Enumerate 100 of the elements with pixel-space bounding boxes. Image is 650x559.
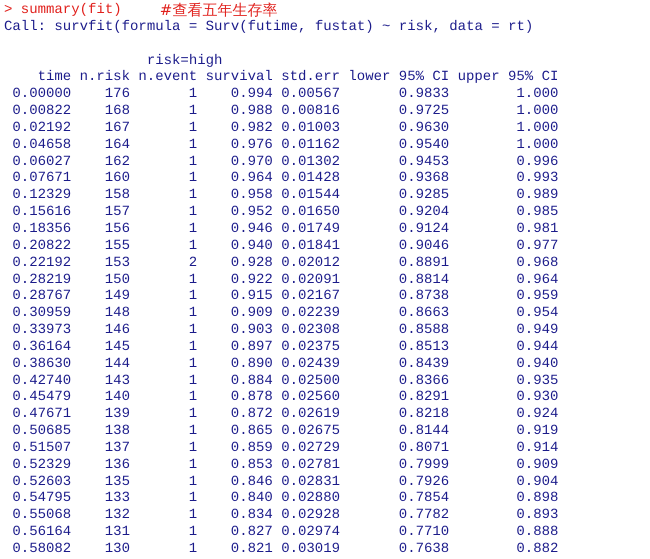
table-cell-text: 0.51507 xyxy=(11,440,72,457)
table-cell-text: 1 xyxy=(188,372,198,390)
table-cell-text: 168 xyxy=(104,103,130,120)
table-cell-text: 148 xyxy=(104,305,130,322)
table-cell-text: 0.981 xyxy=(515,220,558,238)
table-cell-text: 0.9285 xyxy=(398,187,450,204)
table-cell-text: 1 xyxy=(188,440,198,457)
table-cell-text: 0.9204 xyxy=(398,204,450,221)
table-cell-text: 153 xyxy=(104,254,130,272)
table-cell-text: 0.01650 xyxy=(280,204,340,221)
table-cell-text: 0.00822 xyxy=(11,103,72,120)
table-cell-text: 149 xyxy=(104,288,130,306)
table-cell-text: 1 xyxy=(188,322,198,339)
table-cell-text: 1 xyxy=(188,187,198,204)
table-cell-text: 0.8291 xyxy=(398,389,450,406)
table-cell-text: 0.7638 xyxy=(398,541,450,558)
table-cell-text: 0.9833 xyxy=(398,86,450,104)
table-cell-text: 0.8738 xyxy=(398,288,450,306)
table-cell-text: 0.02091 xyxy=(280,272,340,288)
table-cell-text: 0.944 xyxy=(515,338,558,356)
table-cell-text: 0.928 xyxy=(230,254,273,272)
table-cell-text: 0.7926 xyxy=(398,474,450,490)
table-cell-text: 1 xyxy=(188,170,198,188)
table-cell-text: 0.38630 xyxy=(11,356,72,373)
table-cell-text: 0.827 xyxy=(230,524,273,541)
table-cell-text: 0.897 xyxy=(230,338,273,356)
table-cell-text: 0.02675 xyxy=(280,423,340,440)
table-cell-text: 0.03019 xyxy=(280,541,340,558)
table-cell-text: 0.840 xyxy=(230,490,273,508)
table-cell-text: 1 xyxy=(188,103,198,120)
table-cell-text: 0.04658 xyxy=(11,136,72,154)
table-cell-text: 0.993 xyxy=(515,170,558,188)
table-cell-text: 0.890 xyxy=(230,356,273,373)
table-cell-text: 0.989 xyxy=(515,187,558,204)
table-cell-text: 0.919 xyxy=(515,423,558,440)
table-cell-text: 1 xyxy=(188,204,198,221)
table-cell-text: 0.30959 xyxy=(11,305,72,322)
table-cell-text: 1 xyxy=(188,389,198,406)
column-header: upper 95% CI xyxy=(456,69,558,86)
table-cell-text: 1.000 xyxy=(515,103,558,120)
table-cell-text: 0.882 xyxy=(515,541,558,558)
table-cell-text: 1.000 xyxy=(515,86,558,104)
table-cell-text: 0.55068 xyxy=(11,507,72,524)
table-cell-text: 0.45479 xyxy=(11,389,72,406)
table-cell-text: 1 xyxy=(188,120,198,137)
console-command: > summary(fit) xyxy=(4,2,122,19)
table-cell-text: 0.7782 xyxy=(398,507,450,524)
table-cell-text: 0.9124 xyxy=(398,220,450,238)
table-cell-text: 160 xyxy=(104,170,130,188)
table-cell-text: 0.977 xyxy=(515,238,558,255)
table-cell-text: 145 xyxy=(104,338,130,356)
table-cell-text: 0.01162 xyxy=(280,136,340,154)
table-cell-text: 0.8588 xyxy=(398,322,450,339)
table-cell-text: 139 xyxy=(104,406,130,424)
table-cell-text: 0.976 xyxy=(230,136,273,154)
table-cell-text: 0.02375 xyxy=(280,338,340,356)
table-cell-text: 0.964 xyxy=(515,272,558,288)
column-header: time xyxy=(36,69,72,86)
table-cell-text: 0.996 xyxy=(515,154,558,170)
table-cell-text: 138 xyxy=(104,423,130,440)
table-cell-text: 1 xyxy=(188,490,198,508)
table-cell-text: 0.02308 xyxy=(280,322,340,339)
table-cell-text: 0.834 xyxy=(230,507,273,524)
table-cell-text: 0.959 xyxy=(515,288,558,306)
table-cell-text: 162 xyxy=(104,154,130,170)
table-cell-text: 1 xyxy=(188,220,198,238)
table-cell-text: 0.07671 xyxy=(11,170,72,188)
call-text: Call: survfit(formula = Surv(futime, fustat) ~ risk, data = rt) xyxy=(4,18,534,36)
table-cell-text: 0.01302 xyxy=(280,154,340,170)
table-cell-text: 137 xyxy=(104,440,130,457)
table-cell-text: 0.00000 xyxy=(11,86,72,104)
table-cell-text: 1 xyxy=(188,86,198,104)
table-cell-text: 0.01544 xyxy=(280,187,340,204)
table-cell-text: 0.02619 xyxy=(280,406,340,424)
table-cell-text: 0.20822 xyxy=(11,238,72,255)
table-cell-text: 0.982 xyxy=(230,120,273,137)
table-cell-text: 0.02831 xyxy=(280,474,340,490)
table-cell-text: 0.940 xyxy=(515,356,558,373)
table-cell-text: 2 xyxy=(188,254,198,272)
table-cell-text: 1.000 xyxy=(515,120,558,137)
table-cell-text: 0.872 xyxy=(230,406,273,424)
table-cell-text: 0.54795 xyxy=(11,490,72,508)
table-cell-text: 0.915 xyxy=(230,288,273,306)
table-cell-text: 0.884 xyxy=(230,372,273,390)
table-cell-text: 156 xyxy=(104,220,130,238)
table-cell-text: 0.878 xyxy=(230,389,273,406)
table-cell-text: 0.853 xyxy=(230,456,273,474)
table-cell-text: 0.9540 xyxy=(398,136,450,154)
column-header: std.err xyxy=(280,69,340,86)
table-cell-text: 0.8891 xyxy=(398,254,450,272)
table-cell-text: 0.8071 xyxy=(398,440,450,457)
column-header: n.event xyxy=(137,69,198,86)
table-cell-text: 135 xyxy=(104,474,130,490)
table-cell-text: 1 xyxy=(188,507,198,524)
table-cell-text: 0.42740 xyxy=(11,372,72,390)
table-cell-text: 158 xyxy=(104,187,130,204)
table-cell-text: 157 xyxy=(104,204,130,221)
table-cell-text: 0.8663 xyxy=(398,305,450,322)
table-cell-text: 1 xyxy=(188,238,198,255)
table-cell-text: 0.02729 xyxy=(280,440,340,457)
